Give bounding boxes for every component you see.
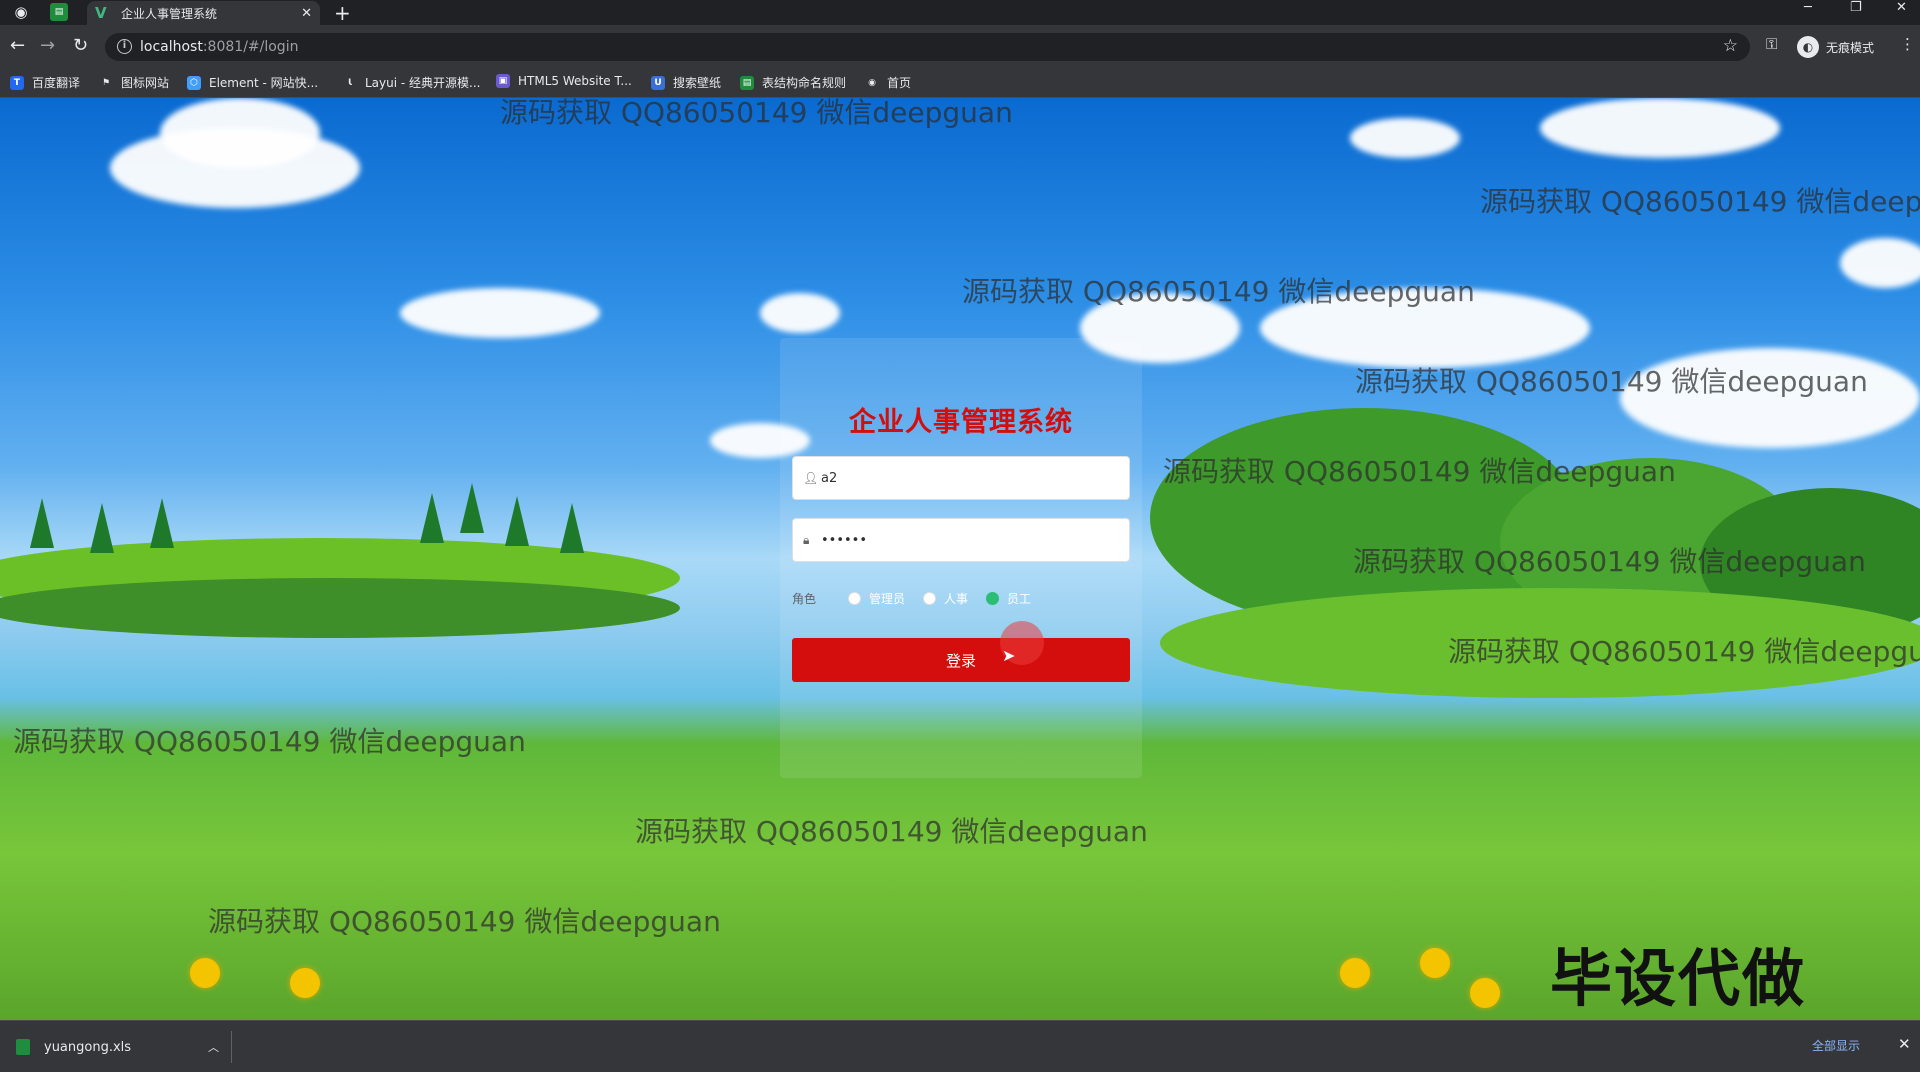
watermark-text: 源码获取 QQ86050149 微信deepguan — [1353, 545, 1866, 578]
radio-circle[interactable] — [923, 591, 937, 605]
watermark-text: 源码获取 QQ86050149 微信deepguan — [962, 275, 1475, 308]
globe-icon[interactable]: ◉ — [12, 3, 30, 21]
radio-circle[interactable] — [848, 591, 861, 605]
flower — [1470, 978, 1500, 1008]
reload-icon[interactable]: ↻ — [73, 35, 88, 56]
new-tab-button[interactable]: + — [334, 1, 351, 25]
site-info-icon[interactable]: i — [117, 39, 132, 54]
menu-dots-icon[interactable]: ⋮ — [1900, 35, 1915, 53]
restore-icon[interactable]: ❐ — [1850, 0, 1862, 15]
role-radio-hr[interactable]: 人事 — [923, 590, 968, 607]
cloud — [1350, 118, 1460, 158]
bookmark-home[interactable]: ◉ 首页 — [865, 74, 911, 91]
tree — [560, 503, 584, 553]
watermark-text: 源码获取 QQ86050149 微信deepguan — [1163, 455, 1676, 488]
bookmark-html5-website[interactable]: ▣ HTML5 Website T... — [496, 74, 632, 88]
page-title: 企业人事管理系统 — [849, 407, 1073, 438]
profile-label[interactable]: 无痕模式 — [1826, 39, 1874, 56]
excel-file-icon — [16, 1039, 30, 1055]
password-input[interactable] — [821, 519, 1121, 561]
login-page-background: 源码获取 QQ86050149 微信deepguan 源码获取 QQ860501… — [0, 98, 1920, 1020]
watermark-text: 源码获取 QQ86050149 微信deepguan — [1480, 185, 1920, 218]
tab-title: 企业人事管理系统 — [121, 6, 218, 21]
bookmark-wallpaper[interactable]: U 搜索壁纸 — [651, 74, 721, 91]
flower — [1340, 958, 1370, 988]
role-radio-employee[interactable]: 员工 — [986, 590, 1031, 607]
bookmark-baidu-translate[interactable]: T 百度翻译 — [10, 74, 80, 91]
tab-active[interactable]: V 企业人事管理系统 ✕ — [87, 1, 320, 25]
back-icon[interactable]: ← — [10, 35, 25, 56]
login-button[interactable]: 登录 — [792, 638, 1130, 682]
user-icon: 👤︎ — [803, 471, 819, 485]
password-field[interactable]: 🔒︎ — [792, 518, 1130, 562]
close-tab-icon[interactable]: ✕ — [301, 6, 312, 21]
watermark-text: 源码获取 QQ86050149 微信deepguan — [635, 815, 1148, 848]
download-filename: yuangong.xls — [44, 1039, 132, 1055]
tree — [420, 493, 444, 543]
minimize-icon[interactable]: ─ — [1804, 0, 1812, 15]
bookmark-table-naming[interactable]: ▤ 表结构命名规则 — [740, 74, 846, 91]
flower — [290, 968, 320, 998]
doc-icon: ▤ — [740, 75, 754, 90]
browser-toolbar: ← → ↻ i localhost:8081/#/login ☆ ⚿ ◐ 无痕模… — [0, 25, 1920, 69]
watermark-text: 源码获取 QQ86050149 微信deepguan — [13, 725, 526, 758]
bookmark-element[interactable]: ⬡ Element - 网站快... — [187, 74, 318, 91]
chevron-up-icon[interactable]: ︿ — [208, 1039, 219, 1055]
tab-strip: ◉ ▤ V 企业人事管理系统 ✕ + ─ ❐ ✕ — [0, 0, 1920, 25]
flower — [1420, 948, 1450, 978]
radio-label: 管理员 — [869, 591, 906, 606]
watermark-text: 源码获取 QQ86050149 微信deepguan — [208, 905, 721, 938]
radio-label: 人事 — [944, 591, 969, 606]
bookmark-icon-site[interactable]: ⚑ 图标网站 — [99, 74, 169, 91]
flower — [190, 958, 220, 988]
globe-icon: ◉ — [868, 77, 876, 88]
username-field[interactable]: 👤︎ — [792, 456, 1130, 500]
wallpaper-icon: U — [651, 75, 665, 90]
login-card: 企业人事管理系统 👤︎ 🔒︎ 角色 管理员 人事 员工 登录 — [780, 338, 1142, 778]
sheet-tab-icon[interactable]: ▤ — [50, 3, 68, 21]
url-text: localhost:8081/#/login — [140, 39, 299, 55]
watermark-text: 源码获取 QQ86050149 微信deepguan — [500, 98, 1013, 129]
forward-icon[interactable]: → — [40, 35, 55, 56]
flag-icon: ⚑ — [101, 77, 111, 88]
vue-logo-icon: V — [95, 4, 107, 22]
incognito-icon[interactable]: ◐ — [1797, 36, 1819, 58]
cloud — [760, 293, 840, 333]
key-icon[interactable]: ⚿ — [1766, 35, 1777, 53]
watermark-text: 源码获取 QQ86050149 微信deepguan — [1355, 365, 1868, 398]
tree — [460, 483, 484, 533]
role-selector: 角色 管理员 人事 员工 — [792, 588, 1130, 608]
close-window-icon[interactable]: ✕ — [1896, 0, 1907, 15]
bookmarks-bar: T 百度翻译 ⚑ 图标网站 ⬡ Element - 网站快... Ꙇ Layui - 经… — [0, 69, 1920, 98]
show-all-downloads-link[interactable]: 全部显示 — [1812, 1037, 1860, 1054]
promo-stamp-text: 毕设代做 — [1550, 942, 1807, 1015]
island-left-shadow — [0, 578, 680, 638]
bookmark-star-icon[interactable]: ☆ — [1723, 36, 1738, 56]
username-input[interactable] — [821, 457, 1121, 499]
html5-icon: ▣ — [496, 74, 510, 88]
address-bar[interactable]: i localhost:8081/#/login ☆ — [105, 33, 1750, 61]
download-item[interactable]: yuangong.xls ︿ — [10, 1031, 232, 1063]
tree — [150, 498, 174, 548]
cloud — [160, 98, 320, 168]
translate-icon: T — [10, 75, 24, 90]
radio-label: 员工 — [1007, 591, 1032, 606]
bookmark-layui[interactable]: Ꙇ Layui - 经典开源模... — [343, 74, 480, 91]
radio-circle-checked[interactable] — [986, 591, 1000, 605]
watermark-text: 源码获取 QQ86050149 微信deepguan — [1448, 635, 1920, 668]
download-shelf: yuangong.xls ︿ 全部显示 ✕ — [0, 1020, 1920, 1072]
close-shelf-icon[interactable]: ✕ — [1898, 1035, 1911, 1053]
element-icon: ⬡ — [187, 75, 201, 90]
tree — [505, 496, 529, 546]
lock-icon: 🔒︎ — [803, 533, 810, 547]
role-radio-admin[interactable]: 管理员 — [848, 590, 905, 607]
tree — [90, 503, 114, 553]
cloud — [1540, 98, 1780, 158]
role-label: 角色 — [792, 591, 817, 606]
layui-icon: Ꙇ — [348, 77, 352, 88]
cloud — [1840, 238, 1920, 288]
cloud — [400, 288, 600, 338]
tree — [30, 498, 54, 548]
mouse-cursor-icon: ➤ — [1002, 646, 1016, 665]
